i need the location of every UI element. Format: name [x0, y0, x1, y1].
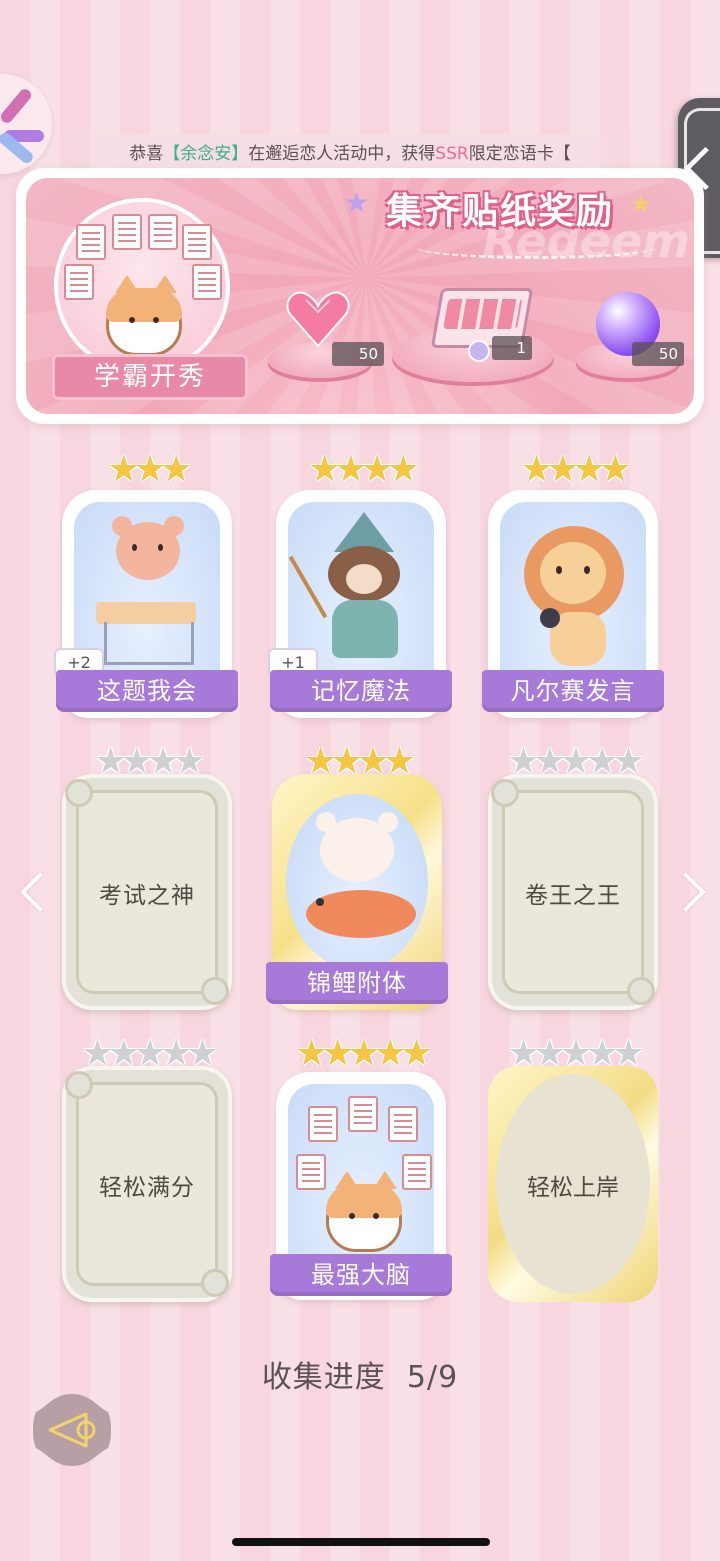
locked-frame: 卷王之王 [488, 774, 658, 1010]
progress-label: 收集进度 [261, 1360, 386, 1395]
home-indicator[interactable] [232, 1538, 490, 1546]
pink-heart-gem-icon [286, 291, 350, 348]
locked-frame-gold: 轻松上岸 [488, 1066, 658, 1302]
paper-icon [76, 224, 106, 260]
sticker-name: 锦鲤附体 [266, 962, 448, 1004]
chevron-right-icon[interactable] [666, 872, 706, 912]
reward-count: 1 [492, 336, 532, 360]
banner-title: 集齐贴纸奖励 [386, 191, 615, 232]
chevron-left-icon[interactable] [20, 872, 60, 912]
sticker-name: 轻松上岸 [527, 1175, 619, 1201]
marquee-player-name: 【余念安】 [163, 144, 249, 164]
marquee-suffix: 限定恋语卡【 [468, 144, 571, 164]
back-button[interactable] [32, 1390, 112, 1470]
petal-icon [0, 86, 34, 126]
cat-icon [106, 275, 182, 356]
paper-icon [182, 224, 212, 260]
banner-dash-decoration [416, 236, 656, 259]
sticker-name: 凡尔赛发言 [482, 670, 664, 712]
back-arrow-icon [33, 1394, 111, 1466]
bear-with-koi-art [286, 794, 428, 970]
menu-flower-button[interactable] [0, 74, 52, 174]
banner-background: Redeem ★ ★ 集齐贴纸奖励 学霸开秀 50 1 50 [26, 178, 694, 414]
sticker-name: 卷王之王 [525, 883, 621, 909]
reward-count: 50 [332, 342, 384, 366]
progress-value: 5/9 [406, 1360, 459, 1395]
badge-label: 学霸开秀 [93, 362, 206, 392]
star-icon: ★ [630, 190, 652, 218]
star-rating: ★★★★★ [295, 1033, 432, 1074]
paper-icon [112, 214, 142, 250]
paper-icon [148, 214, 178, 250]
reward-banner: Redeem ★ ★ 集齐贴纸奖励 学霸开秀 50 1 50 [16, 168, 704, 424]
reward-item-heart[interactable]: 50 [286, 290, 384, 366]
sticker-name: 记忆魔法 [270, 670, 452, 712]
locked-frame: 轻松满分 [62, 1066, 232, 1302]
cat-with-papers-art [288, 1084, 434, 1264]
sticker-name: 最强大脑 [270, 1254, 452, 1296]
paper-icon [64, 264, 94, 300]
star-icon: ★ [344, 186, 370, 219]
sticker-name: 这题我会 [56, 670, 238, 712]
badge-illustration [54, 198, 230, 374]
marquee-prefix: 恭喜 [129, 144, 164, 164]
lion-microphone-art [500, 502, 646, 682]
reward-count: 50 [632, 342, 684, 366]
marquee-rarity: SSR [435, 144, 469, 164]
reward-item-giftbox[interactable]: 1 [430, 270, 540, 362]
star-rating: ★★★★ [520, 449, 631, 490]
sticker-name: 考试之神 [99, 883, 195, 909]
reward-item-orb[interactable]: 50 [592, 292, 684, 372]
paper-icon [192, 264, 222, 300]
marquee-middle: 在邂逅恋人活动中，获得 [248, 144, 436, 164]
star-rating: ★★★ [107, 449, 193, 490]
sticker-name: 轻松满分 [99, 1175, 195, 1201]
locked-frame: 考试之神 [62, 774, 232, 1010]
coin-icon [468, 340, 490, 362]
badge-ribbon: 学霸开秀 [52, 354, 248, 400]
star-rating: ★★★★ [308, 449, 419, 490]
